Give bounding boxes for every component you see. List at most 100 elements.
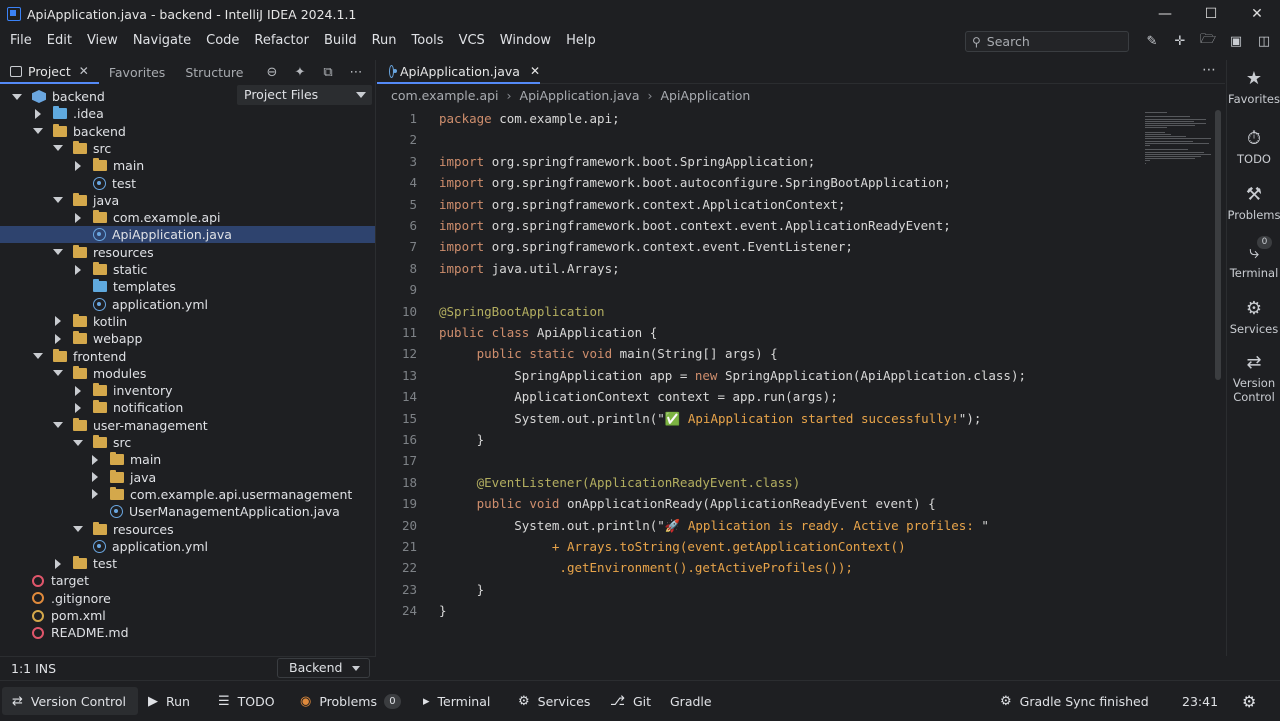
tool-window-wrench[interactable]: ⚒ Problems bbox=[1227, 184, 1280, 222]
tree-item[interactable]: static bbox=[0, 261, 375, 278]
chevron-right-icon[interactable] bbox=[90, 454, 100, 465]
chevron-down-icon[interactable] bbox=[73, 438, 83, 448]
tree-item[interactable]: main bbox=[0, 157, 375, 174]
status-run[interactable]: ▶ Run bbox=[148, 681, 190, 721]
tab-favorites[interactable]: Favorites bbox=[99, 60, 175, 84]
menu-edit[interactable]: Edit bbox=[39, 28, 79, 54]
status-todo[interactable]: ☰ TODO bbox=[218, 681, 275, 721]
tab-project[interactable]: Project ✕ bbox=[0, 60, 99, 84]
edit-icon[interactable]: ✎ bbox=[1138, 31, 1166, 51]
tool-window-services[interactable]: ⚙ Services bbox=[1227, 298, 1280, 336]
code-line[interactable]: import org.springframework.boot.context.… bbox=[439, 215, 951, 236]
breadcrumb-item[interactable]: com.example.api bbox=[391, 88, 499, 103]
menu-help[interactable]: Help bbox=[558, 28, 603, 54]
tree-item[interactable]: kotlin bbox=[0, 313, 375, 330]
chevron-right-icon[interactable] bbox=[73, 385, 83, 396]
gradle-sync-status[interactable]: ⚙ Gradle Sync finished bbox=[1000, 681, 1149, 721]
settings-gear-icon[interactable]: ⚙ bbox=[1242, 681, 1256, 721]
chevron-down-icon[interactable] bbox=[53, 368, 63, 378]
chevron-right-icon[interactable] bbox=[73, 160, 83, 171]
menu-vcs[interactable]: VCS bbox=[451, 28, 492, 54]
code-line[interactable]: @SpringBootApplication bbox=[439, 301, 605, 322]
menu-window[interactable]: Window bbox=[492, 28, 558, 54]
tree-item[interactable]: webapp bbox=[0, 330, 375, 347]
chevron-right-icon[interactable] bbox=[90, 472, 100, 483]
close-tab-icon[interactable]: ✕ bbox=[79, 64, 89, 78]
menu-navigate[interactable]: Navigate bbox=[125, 28, 198, 54]
chevron-right-icon[interactable] bbox=[90, 489, 100, 500]
layout-icon[interactable]: ▣ bbox=[1222, 31, 1250, 51]
code-line[interactable]: } bbox=[439, 579, 485, 600]
code-line[interactable]: } bbox=[439, 429, 485, 450]
tree-item[interactable]: backend bbox=[0, 88, 375, 105]
search-input[interactable]: ⚲ Search bbox=[965, 31, 1129, 52]
status-terminal[interactable]: ▸ Terminal bbox=[423, 681, 490, 721]
code-line[interactable]: public void onApplicationReady(Applicati… bbox=[439, 493, 936, 514]
status-gradle[interactable]: Gradle bbox=[670, 681, 712, 721]
chevron-down-icon[interactable] bbox=[53, 143, 63, 153]
code-line[interactable]: ApplicationContext context = app.run(arg… bbox=[439, 386, 838, 407]
locate-icon[interactable]: ✦ bbox=[286, 62, 314, 82]
tree-item[interactable]: ApiApplication.java bbox=[0, 226, 375, 244]
code-line[interactable]: @EventListener(ApplicationReadyEvent.cla… bbox=[439, 472, 801, 493]
pin-icon[interactable]: ✛ bbox=[1166, 31, 1194, 51]
tree-item[interactable]: java bbox=[0, 192, 375, 209]
tree-item[interactable]: frontend bbox=[0, 348, 375, 365]
editor-tab-active[interactable]: ApiApplication.java ✕ bbox=[377, 60, 540, 84]
chevron-down-icon[interactable] bbox=[53, 195, 63, 205]
maximize-icon[interactable]: ☐ bbox=[1188, 0, 1234, 28]
status-services[interactable]: ⚙ Services bbox=[518, 681, 590, 721]
tree-item[interactable]: README.md bbox=[0, 624, 375, 641]
chevron-right-icon[interactable] bbox=[73, 264, 83, 275]
menu-build[interactable]: Build bbox=[316, 28, 364, 54]
chevron-right-icon[interactable] bbox=[73, 402, 83, 413]
tree-item[interactable]: backend bbox=[0, 123, 375, 140]
tree-item[interactable]: inventory bbox=[0, 382, 375, 399]
code-editor[interactable]: ApiApplication.java ✕ ⋯ com.example.api ›… bbox=[377, 60, 1225, 656]
breadcrumb-item[interactable]: ApiApplication bbox=[660, 88, 750, 103]
tree-item[interactable]: application.yml bbox=[0, 296, 375, 313]
tree-item[interactable]: java bbox=[0, 469, 375, 486]
expand-icon[interactable]: ⧉ bbox=[314, 62, 342, 82]
tree-item[interactable]: src bbox=[0, 434, 375, 451]
code-line[interactable]: import org.springframework.boot.SpringAp… bbox=[439, 151, 815, 172]
tree-item[interactable]: test bbox=[0, 175, 375, 192]
code-line[interactable]: } bbox=[439, 600, 447, 621]
tree-item[interactable]: com.example.api bbox=[0, 209, 375, 226]
menu-file[interactable]: File bbox=[0, 28, 39, 54]
code-line[interactable]: + Arrays.toString(event.getApplicationCo… bbox=[439, 536, 906, 557]
tree-item[interactable]: .gitignore bbox=[0, 590, 375, 607]
code-line[interactable]: public static void main(String[] args) { bbox=[439, 343, 778, 364]
code-line[interactable]: import org.springframework.boot.autoconf… bbox=[439, 172, 951, 193]
folder-open-icon[interactable]: 🗁 bbox=[1194, 31, 1222, 51]
chevron-right-icon[interactable] bbox=[53, 316, 63, 327]
tree-item[interactable]: pom.xml bbox=[0, 607, 375, 624]
collapse-all-icon[interactable]: ⊖ bbox=[258, 62, 286, 82]
code-line[interactable]: import java.util.Arrays; bbox=[439, 258, 620, 279]
code-line[interactable]: SpringApplication app = new SpringApplic… bbox=[439, 365, 1026, 386]
status-problems[interactable]: ◉ Problems 0 bbox=[300, 681, 401, 721]
chevron-right-icon[interactable] bbox=[53, 333, 63, 344]
tree-item[interactable]: notification bbox=[0, 399, 375, 416]
tree-item[interactable]: resources bbox=[0, 521, 375, 538]
tree-item[interactable]: target bbox=[0, 572, 375, 589]
close-tab-icon[interactable]: ✕ bbox=[530, 64, 540, 78]
more-tabs-icon[interactable]: ⋯ bbox=[1202, 62, 1217, 78]
menu-run[interactable]: Run bbox=[364, 28, 404, 54]
status-version-control[interactable]: ⇄ Version Control bbox=[2, 687, 139, 715]
tree-item[interactable]: .idea bbox=[0, 105, 375, 122]
more-options-icon[interactable]: ⋯ bbox=[342, 62, 370, 82]
menu-tools[interactable]: Tools bbox=[404, 28, 451, 54]
tool-window-terminal[interactable]: ⤷ Terminal bbox=[1227, 242, 1280, 280]
code-line[interactable]: .getEnvironment().getActiveProfiles()); bbox=[439, 557, 853, 578]
status-git[interactable]: ⎇ Git bbox=[610, 681, 651, 721]
tree-item[interactable]: application.yml bbox=[0, 538, 375, 555]
menu-view[interactable]: View bbox=[79, 28, 125, 54]
sidebar-toggle-icon[interactable]: ◫ bbox=[1250, 31, 1278, 51]
chevron-down-icon[interactable] bbox=[33, 351, 43, 361]
breadcrumb-item[interactable]: ApiApplication.java bbox=[520, 88, 640, 103]
tree-item[interactable]: templates bbox=[0, 278, 375, 295]
chevron-down-icon[interactable] bbox=[53, 247, 63, 257]
tree-item[interactable]: test bbox=[0, 555, 375, 572]
minimap[interactable] bbox=[1145, 108, 1213, 168]
